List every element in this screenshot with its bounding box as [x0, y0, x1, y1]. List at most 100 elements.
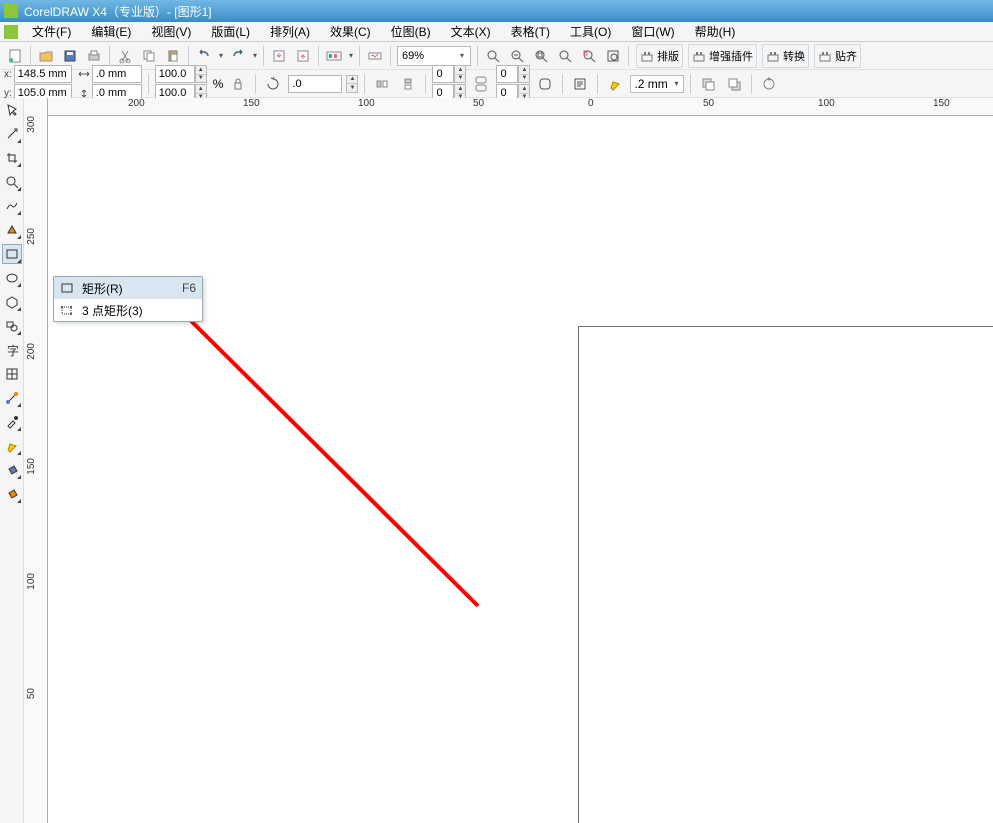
cut-button[interactable]: [114, 45, 136, 67]
pin-snap-button[interactable]: 贴齐: [814, 44, 861, 68]
undo-button[interactable]: [193, 45, 215, 67]
freehand-tool[interactable]: [2, 196, 22, 216]
menu-table[interactable]: 表格(T): [501, 21, 560, 42]
pick-tool[interactable]: [2, 100, 22, 120]
ruler-h-tick: 150: [243, 98, 260, 109]
corner-lock-button[interactable]: [470, 73, 492, 95]
paste-button[interactable]: [162, 45, 184, 67]
interactive-fill-tool[interactable]: [2, 484, 22, 504]
scale-x-input[interactable]: 100.0: [155, 65, 195, 83]
x-label: x:: [4, 69, 12, 80]
property-bar: x:148.5 mm y:105.0 mm .0 mm .0 mm 100.0▲…: [0, 70, 993, 98]
app-launcher-dropdown[interactable]: ▾: [347, 51, 355, 60]
flyout-rectangle-item[interactable]: 矩形(R) F6: [54, 277, 202, 299]
corner1-spinner[interactable]: ▲▼: [454, 65, 466, 83]
to-front-button[interactable]: [697, 73, 719, 95]
ruler-v-tick: 50: [26, 688, 37, 699]
corner3-input[interactable]: 0: [496, 65, 518, 83]
welcome-button[interactable]: [364, 45, 386, 67]
import-button[interactable]: [268, 45, 290, 67]
width-input[interactable]: .0 mm: [92, 65, 142, 83]
mirror-h-button[interactable]: [371, 73, 393, 95]
zoom-to-page-button[interactable]: [578, 45, 600, 67]
text-tool[interactable]: 字: [2, 340, 22, 360]
rectangle-tool[interactable]: [2, 244, 22, 264]
3pt-rectangle-icon: [60, 303, 74, 317]
zoom-dropdown-icon: ▾: [458, 51, 466, 60]
menu-window[interactable]: 窗口(W): [621, 21, 684, 42]
outline-width-text: .2 mm: [634, 77, 667, 91]
width-icon: [78, 70, 90, 79]
app-launcher-button[interactable]: [323, 45, 345, 67]
outline-width-input[interactable]: .2 mm ▾: [630, 75, 684, 93]
x-position-input[interactable]: 148.5 mm: [14, 65, 72, 83]
corner1-input[interactable]: 0: [432, 65, 454, 83]
menu-layout[interactable]: 版面(L): [201, 21, 260, 42]
toolbox: 字: [0, 98, 24, 823]
zoom-in-button[interactable]: [482, 45, 504, 67]
zoom-tool[interactable]: [2, 172, 22, 192]
fill-tool[interactable]: [2, 460, 22, 480]
rotation-spinner[interactable]: ▲▼: [346, 75, 358, 93]
y-label: y:: [4, 88, 12, 99]
rotation-input[interactable]: .0: [288, 75, 342, 93]
ellipse-tool[interactable]: [2, 268, 22, 288]
polygon-tool[interactable]: [2, 292, 22, 312]
vertical-ruler[interactable]: 300 250 200 150 100 50: [24, 98, 48, 823]
pin-layout-button[interactable]: 排版: [636, 44, 683, 68]
shape-tool[interactable]: [2, 124, 22, 144]
eyedropper-tool[interactable]: [2, 412, 22, 432]
undo-dropdown[interactable]: ▾: [217, 51, 225, 60]
outline-tool[interactable]: [2, 436, 22, 456]
horizontal-ruler[interactable]: 200 150 100 50 0 50 100 150: [48, 98, 993, 116]
zoom-out-button[interactable]: [506, 45, 528, 67]
menu-arrange[interactable]: 排列(A): [260, 21, 320, 42]
export-button[interactable]: [292, 45, 314, 67]
convert-curves-button[interactable]: [758, 73, 780, 95]
crop-tool[interactable]: [2, 148, 22, 168]
redo-dropdown[interactable]: ▾: [251, 51, 259, 60]
flyout-item-label: 3 点矩形(3): [82, 302, 188, 319]
pin-convert-button[interactable]: 转换: [762, 44, 809, 68]
title-bar: CorelDRAW X4（专业版）- [图形1]: [0, 0, 993, 22]
outline-pen-icon: [604, 73, 626, 95]
menu-help[interactable]: 帮助(H): [685, 21, 746, 42]
save-button[interactable]: [59, 45, 81, 67]
menu-edit[interactable]: 编辑(E): [81, 21, 141, 42]
new-button[interactable]: [4, 45, 26, 67]
menu-bitmap[interactable]: 位图(B): [381, 21, 441, 42]
flyout-3pt-rectangle-item[interactable]: 3 点矩形(3): [54, 299, 202, 321]
pin-enhance-button[interactable]: 增强插件: [688, 44, 757, 68]
wrap-text-button[interactable]: [569, 73, 591, 95]
lock-ratio-button[interactable]: [227, 73, 249, 95]
menu-bar: 文件(F) 编辑(E) 视图(V) 版面(L) 排列(A) 效果(C) 位图(B…: [0, 22, 993, 42]
zoom-all-button[interactable]: [554, 45, 576, 67]
round-all-button[interactable]: [534, 73, 556, 95]
menu-file[interactable]: 文件(F): [22, 21, 81, 42]
interactive-tool[interactable]: [2, 388, 22, 408]
mirror-v-button[interactable]: [397, 73, 419, 95]
ruler-h-tick: 100: [358, 98, 375, 109]
menu-text[interactable]: 文本(X): [441, 21, 501, 42]
print-button[interactable]: [83, 45, 105, 67]
ruler-h-tick: 200: [128, 98, 145, 109]
drawing-canvas[interactable]: 矩形(R) F6 3 点矩形(3): [48, 116, 993, 823]
smart-fill-tool[interactable]: [2, 220, 22, 240]
menu-effects[interactable]: 效果(C): [320, 21, 381, 42]
zoom-fit-button[interactable]: [602, 45, 624, 67]
copy-button[interactable]: [138, 45, 160, 67]
to-back-button[interactable]: [723, 73, 745, 95]
annotation-arrow: [148, 286, 508, 616]
corner3-spinner[interactable]: ▲▼: [518, 65, 530, 83]
zoom-level-text: 69%: [402, 50, 424, 62]
table-tool[interactable]: [2, 364, 22, 384]
open-button[interactable]: [35, 45, 57, 67]
zoom-level-input[interactable]: 69% ▾: [397, 46, 471, 66]
basic-shapes-tool[interactable]: [2, 316, 22, 336]
ruler-h-tick: 50: [703, 98, 714, 109]
zoom-selection-button[interactable]: [530, 45, 552, 67]
menu-tools[interactable]: 工具(O): [560, 21, 621, 42]
redo-button[interactable]: [227, 45, 249, 67]
scale-x-spinner[interactable]: ▲▼: [195, 65, 207, 83]
menu-view[interactable]: 视图(V): [141, 21, 201, 42]
